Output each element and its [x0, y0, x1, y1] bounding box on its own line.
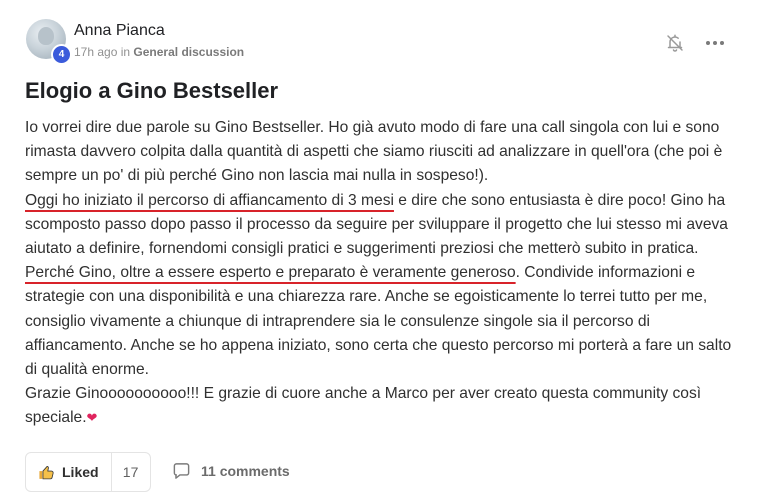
author-name[interactable]: Anna Pianca: [74, 22, 165, 40]
comments-link[interactable]: 11 comments: [172, 462, 290, 480]
paragraph-3-text: Grazie Ginoooooooooo!!! E grazie di cuor…: [25, 385, 702, 427]
post-timestamp: 17h ago: [74, 45, 118, 59]
post-paragraph-3: Grazie Ginoooooooooo!!! E grazie di cuor…: [25, 382, 737, 430]
more-horizontal-icon[interactable]: [704, 33, 726, 53]
meta-in-word: in: [120, 45, 131, 59]
post-title: Elogio a Gino Bestseller: [25, 78, 279, 103]
like-button[interactable]: Liked: [26, 453, 111, 491]
bell-off-icon[interactable]: [665, 33, 685, 53]
like-count[interactable]: 17: [110, 453, 150, 491]
post-body: Io vorrei dire due parole su Gino Bestse…: [25, 116, 737, 431]
post-paragraph-2: Oggi ho iniziato il percorso di affianca…: [25, 189, 737, 383]
comments-count-label: 11 comments: [201, 463, 290, 479]
paragraph-2-end: . Condivide informazioni e strategie con…: [25, 264, 732, 379]
thumbs-up-icon: [39, 465, 54, 479]
comment-bubble-icon: [173, 463, 190, 479]
underlined-highlight-1: Oggi ho iniziato il percorso di affianca…: [25, 191, 394, 209]
like-label: Liked: [62, 464, 99, 480]
category-link[interactable]: General discussion: [133, 45, 244, 59]
level-badge: 4: [51, 44, 72, 65]
underlined-highlight-2: Perché Gino, oltre a essere esperto e pr…: [25, 264, 516, 282]
post-meta: 17h ago in General discussion: [74, 45, 244, 59]
heart-icon: ❤: [86, 410, 98, 426]
post-card: 4 Anna Pianca 17h ago in General discuss…: [0, 0, 758, 499]
like-group: Liked 17: [25, 452, 151, 492]
author-avatar-wrapper[interactable]: 4: [26, 19, 72, 65]
post-paragraph-1: Io vorrei dire due parole su Gino Bestse…: [25, 119, 723, 185]
